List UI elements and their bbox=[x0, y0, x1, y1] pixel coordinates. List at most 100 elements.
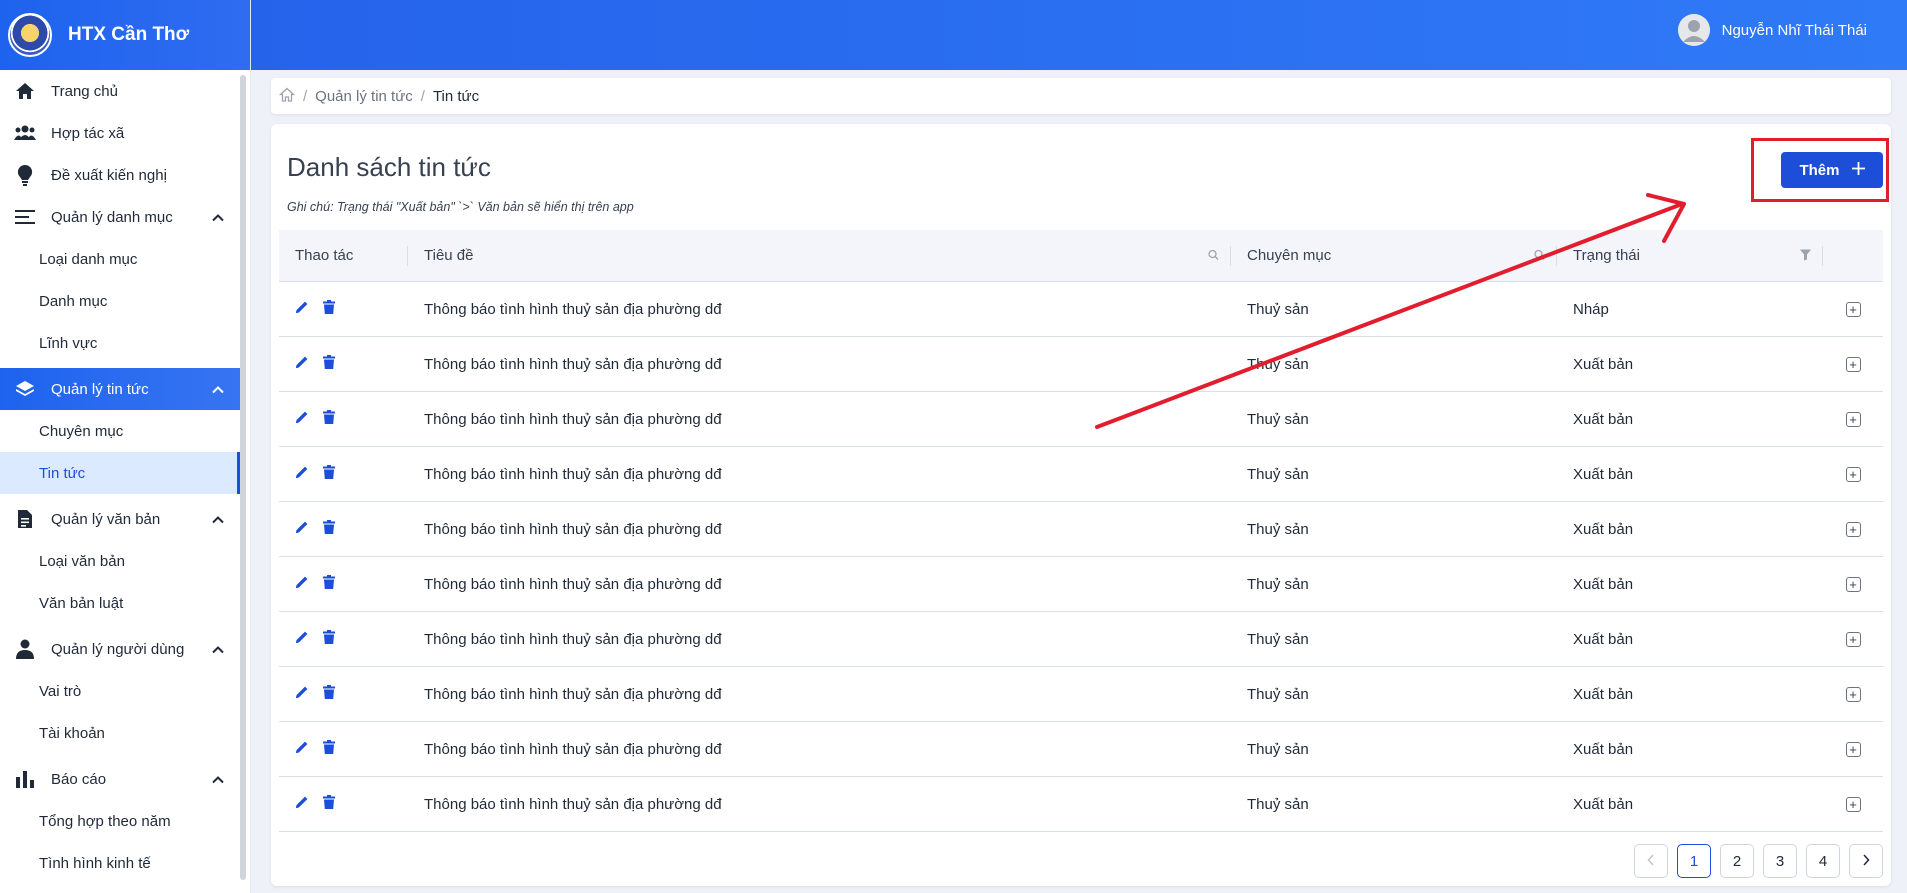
sidebar-item-label: Đề xuất kiến nghị bbox=[51, 166, 167, 184]
sidebar-item-proposal[interactable]: Đề xuất kiến nghị bbox=[0, 154, 240, 196]
sidebar-item-report-group[interactable]: Báo cáo bbox=[0, 758, 240, 800]
row-topic: Thuỷ sản bbox=[1247, 685, 1309, 703]
trash-icon[interactable] bbox=[323, 575, 335, 593]
column-header-title: Tiêu đề bbox=[408, 230, 1231, 281]
sidebar-item-cooperative[interactable]: Hợp tác xã bbox=[0, 112, 240, 154]
row-status: Xuất bản bbox=[1573, 795, 1634, 813]
sidebar-item-legal-doc[interactable]: Văn bản luật bbox=[0, 582, 240, 624]
trash-icon[interactable] bbox=[323, 795, 335, 813]
edit-icon[interactable] bbox=[295, 685, 309, 703]
edit-icon[interactable] bbox=[295, 355, 309, 373]
expand-row-icon[interactable]: + bbox=[1845, 301, 1861, 317]
table-row: Thông báo tình hình thuỷ sản địa phường … bbox=[279, 447, 1883, 502]
sidebar-item-category[interactable]: Danh mục bbox=[0, 280, 240, 322]
user-menu[interactable]: Nguyễn Nhĩ Thái Thái bbox=[1677, 14, 1867, 46]
table-row: Thông báo tình hình thuỷ sản địa phường … bbox=[279, 612, 1883, 667]
row-title: Thông báo tình hình thuỷ sản địa phường … bbox=[424, 355, 722, 373]
prev-page-button[interactable] bbox=[1634, 844, 1668, 878]
sidebar-item-field[interactable]: Lĩnh vực bbox=[0, 322, 240, 364]
breadcrumb-parent[interactable]: Quản lý tin tức bbox=[315, 88, 413, 105]
table-row: Thông báo tình hình thuỷ sản địa phường … bbox=[279, 337, 1883, 392]
chevron-up-icon bbox=[212, 209, 224, 226]
chevron-up-icon bbox=[212, 641, 224, 658]
users-icon bbox=[14, 122, 36, 144]
breadcrumb-current: Tin tức bbox=[432, 87, 480, 105]
logo bbox=[8, 13, 52, 57]
sidebar-item-label: Loại danh mục bbox=[39, 250, 138, 268]
edit-icon[interactable] bbox=[295, 575, 309, 593]
brand-title: HTX Cần Thơ bbox=[68, 24, 190, 45]
sidebar-item-doc-type[interactable]: Loại văn bản bbox=[0, 540, 240, 582]
layers-icon bbox=[14, 378, 36, 400]
table-row: Thông báo tình hình thuỷ sản địa phường … bbox=[279, 392, 1883, 447]
pagination: 1234 bbox=[1634, 844, 1883, 878]
search-icon[interactable] bbox=[1534, 247, 1545, 264]
sidebar: HTX Cần Thơ Trang chủ Hợp tác xã Đề xuất… bbox=[0, 0, 251, 893]
row-status: Xuất bản bbox=[1573, 520, 1634, 538]
sidebar-item-role[interactable]: Vai trò bbox=[0, 670, 240, 712]
sidebar-item-annual-summary[interactable]: Tổng hợp theo năm bbox=[0, 800, 240, 842]
trash-icon[interactable] bbox=[323, 465, 335, 483]
trash-icon[interactable] bbox=[323, 630, 335, 648]
table-row: Thông báo tình hình thuỷ sản địa phường … bbox=[279, 282, 1883, 337]
trash-icon[interactable] bbox=[323, 300, 335, 318]
filter-icon[interactable] bbox=[1800, 247, 1811, 264]
chevron-up-icon bbox=[212, 771, 224, 788]
trash-icon[interactable] bbox=[323, 740, 335, 758]
page-button[interactable]: 2 bbox=[1720, 844, 1754, 878]
table-body: Thông báo tình hình thuỷ sản địa phường … bbox=[279, 282, 1883, 832]
row-actions bbox=[279, 465, 408, 483]
sidebar-item-news[interactable]: Tin tức bbox=[0, 452, 240, 494]
row-title: Thông báo tình hình thuỷ sản địa phường … bbox=[424, 465, 722, 483]
row-title: Thông báo tình hình thuỷ sản địa phường … bbox=[424, 630, 722, 648]
edit-icon[interactable] bbox=[295, 520, 309, 538]
sidebar-item-account[interactable]: Tài khoản bbox=[0, 712, 240, 754]
page-numbers: 1234 bbox=[1677, 844, 1840, 878]
sidebar-item-category-group[interactable]: Quản lý danh mục bbox=[0, 196, 240, 238]
page-button[interactable]: 4 bbox=[1806, 844, 1840, 878]
sidebar-item-news-topic[interactable]: Chuyên mục bbox=[0, 410, 240, 452]
expand-row-icon[interactable]: + bbox=[1845, 686, 1861, 702]
edit-icon[interactable] bbox=[295, 410, 309, 428]
expand-row-icon[interactable]: + bbox=[1845, 356, 1861, 372]
sidebar-item-home[interactable]: Trang chủ bbox=[0, 70, 240, 112]
edit-icon[interactable] bbox=[295, 740, 309, 758]
row-topic: Thuỷ sản bbox=[1247, 355, 1309, 373]
expand-row-icon[interactable]: + bbox=[1845, 411, 1861, 427]
page-button[interactable]: 3 bbox=[1763, 844, 1797, 878]
search-icon[interactable] bbox=[1208, 247, 1219, 264]
edit-icon[interactable] bbox=[295, 465, 309, 483]
home-icon bbox=[14, 80, 36, 102]
sidebar-item-category-type[interactable]: Loại danh mục bbox=[0, 238, 240, 280]
table-row: Thông báo tình hình thuỷ sản địa phường … bbox=[279, 557, 1883, 612]
home-icon[interactable] bbox=[278, 87, 296, 106]
trash-icon[interactable] bbox=[323, 685, 335, 703]
column-header-status: Trạng thái bbox=[1557, 230, 1823, 281]
edit-icon[interactable] bbox=[295, 795, 309, 813]
sidebar-item-news-group[interactable]: Quản lý tin tức bbox=[0, 368, 240, 410]
trash-icon[interactable] bbox=[323, 520, 335, 538]
edit-icon[interactable] bbox=[295, 630, 309, 648]
row-actions bbox=[279, 410, 408, 428]
breadcrumb-separator: / bbox=[420, 87, 425, 105]
annotation-highlight-box bbox=[1751, 138, 1889, 202]
edit-icon[interactable] bbox=[295, 300, 309, 318]
expand-row-icon[interactable]: + bbox=[1845, 521, 1861, 537]
trash-icon[interactable] bbox=[323, 355, 335, 373]
row-actions bbox=[279, 300, 408, 318]
expand-row-icon[interactable]: + bbox=[1845, 466, 1861, 482]
sidebar-scrollbar[interactable] bbox=[240, 75, 246, 880]
row-topic: Thuỷ sản bbox=[1247, 795, 1309, 813]
next-page-button[interactable] bbox=[1849, 844, 1883, 878]
sidebar-item-economic-status[interactable]: Tình hình kinh tế bbox=[0, 842, 240, 884]
expand-row-icon[interactable]: + bbox=[1845, 631, 1861, 647]
page-button[interactable]: 1 bbox=[1677, 844, 1711, 878]
sidebar-item-docs-group[interactable]: Quản lý văn bản bbox=[0, 498, 240, 540]
sidebar-item-label: Hợp tác xã bbox=[51, 124, 125, 142]
expand-row-icon[interactable]: + bbox=[1845, 741, 1861, 757]
expand-row-icon[interactable]: + bbox=[1845, 576, 1861, 592]
trash-icon[interactable] bbox=[323, 410, 335, 428]
sidebar-item-users-group[interactable]: Quản lý người dùng bbox=[0, 628, 240, 670]
expand-row-icon[interactable]: + bbox=[1845, 796, 1861, 812]
news-table: Thao tác Tiêu đề Chuyên mục Trạng thái T… bbox=[279, 230, 1883, 832]
